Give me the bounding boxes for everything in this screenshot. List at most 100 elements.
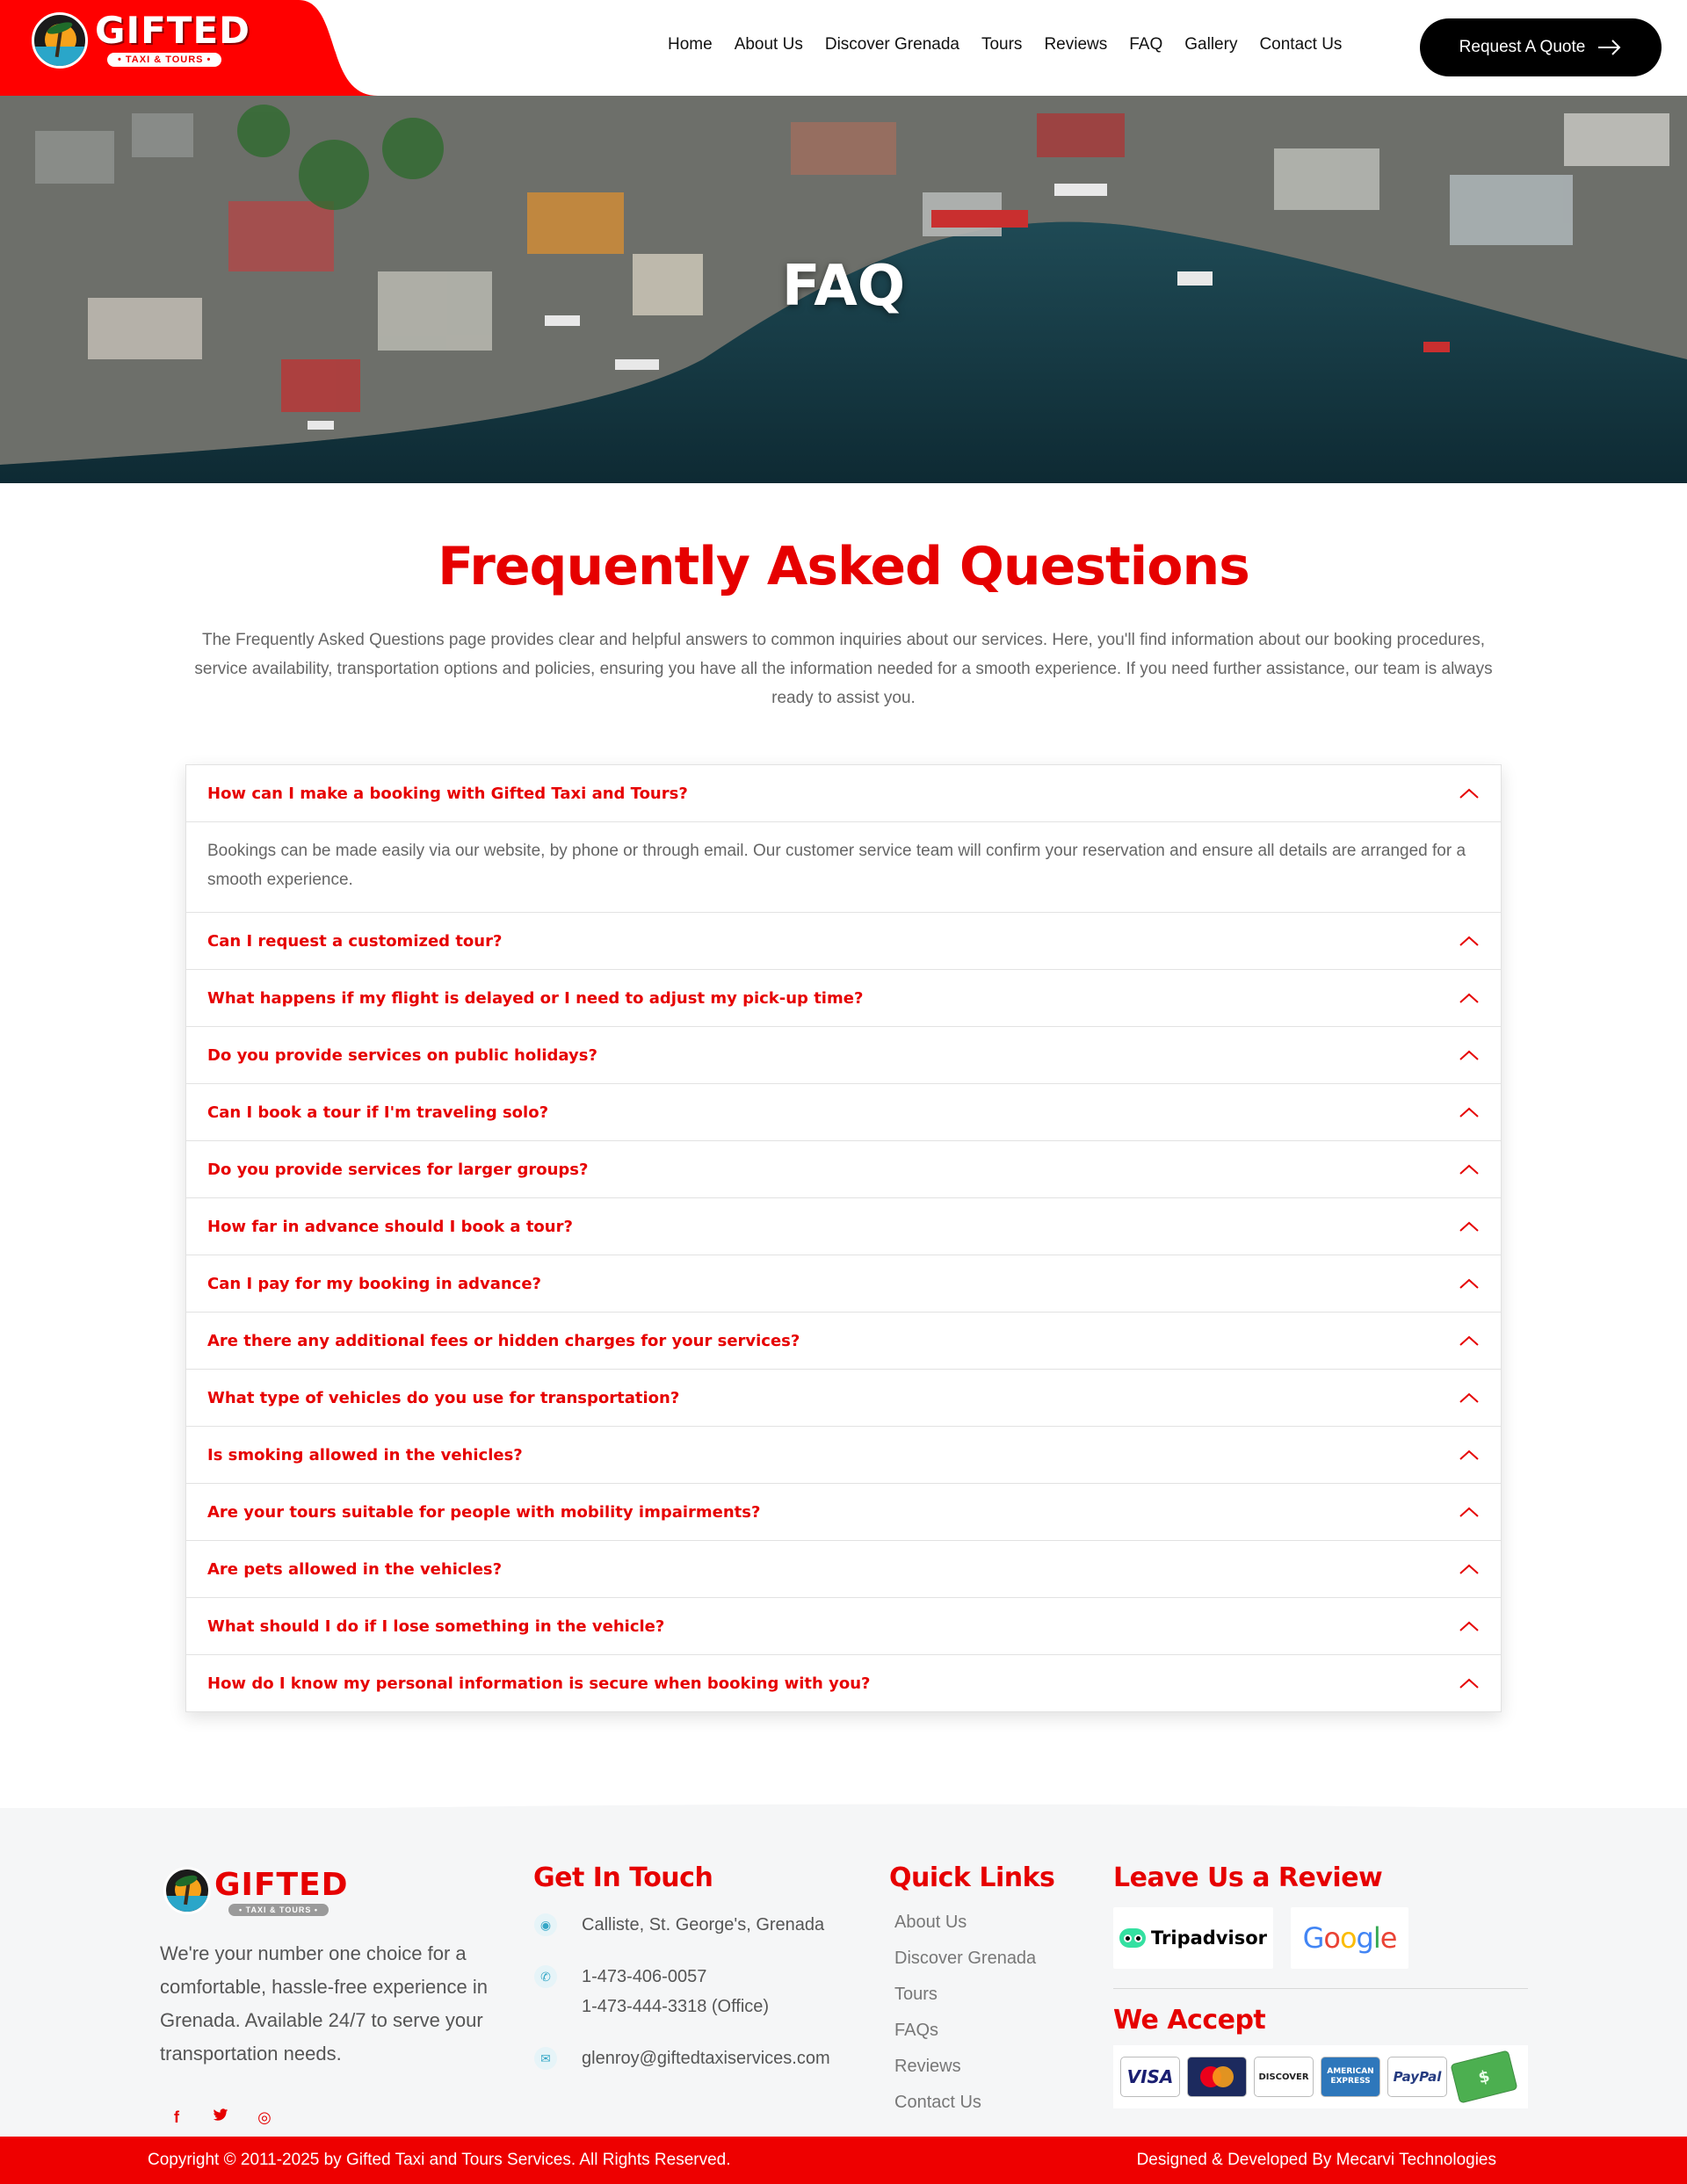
hero-banner: FAQ <box>0 96 1687 483</box>
footer-about-text: We're your number one choice for a comfo… <box>160 1942 488 2065</box>
nav-reviews[interactable]: Reviews <box>1044 35 1107 54</box>
faq-question-toggle[interactable]: How can I make a booking with Gifted Tax… <box>186 765 1501 821</box>
instagram-icon[interactable]: ◎ <box>255 2108 274 2127</box>
phone-icon: ✆ <box>534 1965 557 1988</box>
chevron-up-icon <box>1459 936 1479 946</box>
faq-question: Can I pay for my booking in advance? <box>207 1274 541 1293</box>
tripadvisor-owl-icon <box>1119 1928 1146 1948</box>
leave-review-heading: Leave Us a Review <box>1113 1862 1383 1893</box>
chevron-up-icon <box>1459 1392 1479 1403</box>
faq-question-toggle[interactable]: Do you provide services on public holida… <box>186 1027 1501 1083</box>
faq-question-toggle[interactable]: Can I pay for my booking in advance? <box>186 1255 1501 1312</box>
quick-links-list: About Us Discover Grenada Tours FAQs Rev… <box>894 1905 1036 2121</box>
chevron-up-icon <box>1459 1335 1479 1346</box>
mastercard-icon <box>1187 2057 1247 2097</box>
faq-question: How can I make a booking with Gifted Tax… <box>207 784 688 803</box>
email-link[interactable]: glenroy@giftedtaxiservices.com <box>582 2043 830 2073</box>
chevron-up-icon <box>1459 1050 1479 1060</box>
faq-item: How do I know my personal information is… <box>186 1655 1501 1711</box>
faq-question: What should I do if I lose something in … <box>207 1616 665 1636</box>
faq-answer: Bookings can be made easily via our webs… <box>186 821 1501 912</box>
faq-item: Can I pay for my booking in advance? <box>186 1255 1501 1313</box>
request-quote-button[interactable]: Request A Quote <box>1420 18 1662 76</box>
payment-methods: VISA DISCOVER AMERICAN EXPRESS PayPal $ <box>1113 2045 1528 2108</box>
faq-question-toggle[interactable]: Can I book a tour if I'm traveling solo? <box>186 1084 1501 1140</box>
chevron-up-icon <box>1459 1621 1479 1631</box>
quick-link-reviews[interactable]: Reviews <box>894 2049 1036 2085</box>
faq-question: Do you provide services for larger group… <box>207 1160 589 1179</box>
discover-icon: DISCOVER <box>1254 2057 1314 2097</box>
nav-discover-grenada[interactable]: Discover Grenada <box>825 35 959 54</box>
contact-phones: ✆ 1-473-406-0057 1-473-444-3318 (Office) <box>534 1962 769 2021</box>
chevron-up-icon <box>1459 1278 1479 1289</box>
twitter-icon[interactable] <box>211 2108 230 2127</box>
nav-tours[interactable]: Tours <box>981 35 1022 54</box>
quick-link-faqs[interactable]: FAQs <box>894 2013 1036 2049</box>
chevron-up-icon <box>1459 1507 1479 1517</box>
site-header: GIFTED • TAXI & TOURS • Home About Us Di… <box>0 0 1687 96</box>
faq-item: What should I do if I lose something in … <box>186 1598 1501 1655</box>
faq-question: Can I book a tour if I'm traveling solo? <box>207 1103 549 1122</box>
faq-question: How do I know my personal information is… <box>207 1674 871 1693</box>
nav-contact-us[interactable]: Contact Us <box>1259 35 1342 54</box>
quick-link-about-us[interactable]: About Us <box>894 1905 1036 1941</box>
faq-question-toggle[interactable]: Are your tours suitable for people with … <box>186 1484 1501 1540</box>
faq-question: Are there any additional fees or hidden … <box>207 1331 800 1350</box>
faq-item: Are there any additional fees or hidden … <box>186 1313 1501 1370</box>
faq-question-toggle[interactable]: Do you provide services for larger group… <box>186 1141 1501 1197</box>
faq-question-toggle[interactable]: How far in advance should I book a tour? <box>186 1198 1501 1255</box>
faq-question: Is smoking allowed in the vehicles? <box>207 1445 523 1464</box>
footer-brand-name: GIFTED <box>214 1867 349 1903</box>
faq-item: Do you provide services for larger group… <box>186 1141 1501 1198</box>
faq-item: How far in advance should I book a tour? <box>186 1198 1501 1255</box>
faq-item: How can I make a booking with Gifted Tax… <box>186 765 1501 913</box>
chevron-up-icon <box>1459 1221 1479 1232</box>
google-review-button[interactable]: Google <box>1291 1907 1408 1969</box>
chevron-up-icon <box>1459 1450 1479 1460</box>
quick-link-discover-grenada[interactable]: Discover Grenada <box>894 1941 1036 1977</box>
facebook-icon[interactable]: f <box>167 2108 186 2127</box>
brand-logo[interactable]: GIFTED • TAXI & TOURS • <box>32 9 250 70</box>
faq-question-toggle[interactable]: What happens if my flight is delayed or … <box>186 970 1501 1026</box>
nav-home[interactable]: Home <box>668 35 713 54</box>
footer-logo[interactable]: GIFTED • TAXI & TOURS • <box>163 1867 348 1920</box>
faq-question-toggle[interactable]: Are there any additional fees or hidden … <box>186 1313 1501 1369</box>
faq-question-toggle[interactable]: Can I request a customized tour? <box>186 913 1501 969</box>
nav-about-us[interactable]: About Us <box>735 35 803 54</box>
nav-faq[interactable]: FAQ <box>1129 35 1162 54</box>
tripadvisor-review-button[interactable]: Tripadvisor <box>1113 1907 1273 1969</box>
phone-primary[interactable]: 1-473-406-0057 <box>582 1962 769 1992</box>
faq-item: Can I request a customized tour? <box>186 913 1501 970</box>
faq-question-toggle[interactable]: Is smoking allowed in the vehicles? <box>186 1427 1501 1483</box>
faq-question-toggle[interactable]: Are pets allowed in the vehicles? <box>186 1541 1501 1597</box>
page-title: FAQ <box>781 254 906 319</box>
faq-question-toggle[interactable]: What type of vehicles do you use for tra… <box>186 1370 1501 1426</box>
chevron-up-icon <box>1459 1107 1479 1117</box>
chevron-up-icon <box>1459 1164 1479 1175</box>
nav-gallery[interactable]: Gallery <box>1184 35 1237 54</box>
faq-item: What type of vehicles do you use for tra… <box>186 1370 1501 1427</box>
phone-office[interactable]: 1-473-444-3318 (Office) <box>582 1992 769 2021</box>
faq-accordion: How can I make a booking with Gifted Tax… <box>185 764 1502 1712</box>
quick-link-tours[interactable]: Tours <box>894 1977 1036 2013</box>
amex-icon: AMERICAN EXPRESS <box>1321 2057 1380 2097</box>
social-links: f ◎ <box>167 2108 274 2127</box>
chevron-up-icon <box>1459 788 1479 799</box>
chevron-up-icon <box>1459 993 1479 1003</box>
faq-question: Can I request a customized tour? <box>207 931 503 951</box>
arrow-right-icon <box>1598 40 1621 55</box>
faq-item: Can I book a tour if I'm traveling solo? <box>186 1084 1501 1141</box>
footer-divider <box>1113 1988 1528 1989</box>
developer-credit[interactable]: Designed & Developed By Mecarvi Technolo… <box>1137 2151 1496 2170</box>
quick-link-contact-us[interactable]: Contact Us <box>894 2085 1036 2121</box>
cash-icon: $ <box>1450 2050 1518 2104</box>
chevron-up-icon <box>1459 1564 1479 1574</box>
faq-item: Do you provide services on public holida… <box>186 1027 1501 1084</box>
address-text: Calliste, St. George's, Grenada <box>582 1915 825 1935</box>
quick-links-heading: Quick Links <box>889 1862 1055 1893</box>
copyright-bar: Copyright © 2011-2025 by Gifted Taxi and… <box>0 2137 1687 2184</box>
faq-question-toggle[interactable]: How do I know my personal information is… <box>186 1655 1501 1711</box>
logo-tab: GIFTED • TAXI & TOURS • <box>0 0 378 96</box>
faq-intro: The Frequently Asked Questions page prov… <box>194 631 1493 707</box>
faq-question-toggle[interactable]: What should I do if I lose something in … <box>186 1598 1501 1654</box>
